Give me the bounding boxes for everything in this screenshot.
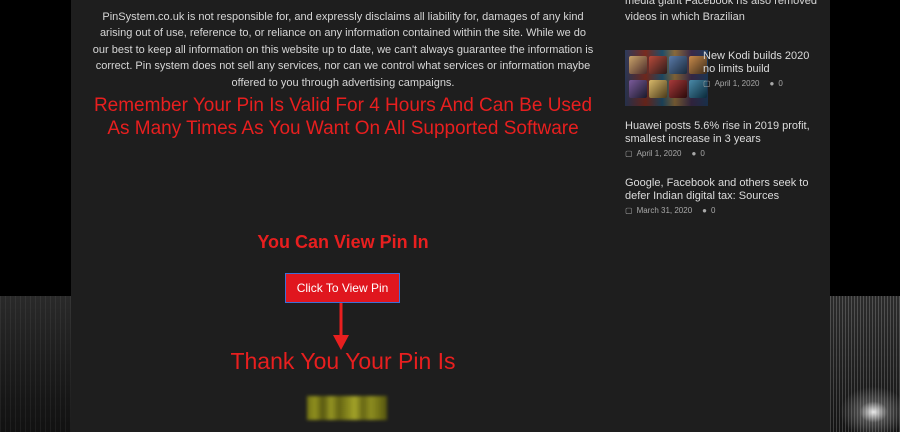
thumbnail-tile — [649, 80, 667, 98]
post-meta: ▢ March 31, 2020 ● 0 — [625, 206, 825, 215]
view-pin-button[interactable]: Click To View Pin — [285, 273, 400, 303]
calendar-icon: ▢ — [625, 206, 633, 215]
comment-count[interactable]: 0 — [778, 79, 782, 88]
sidebar-post-excerpt[interactable]: media giant Facebook hs also removed vid… — [625, 0, 825, 25]
decorative-background-image — [830, 296, 900, 432]
calendar-icon: ▢ — [625, 149, 633, 158]
post-thumbnail[interactable] — [625, 50, 708, 106]
sidebar-post: New Kodi builds 2020 no limits build ▢ A… — [703, 50, 823, 88]
comment-icon: ● — [691, 149, 697, 158]
calendar-icon: ▢ — [703, 79, 711, 88]
thumbnail-tile — [669, 56, 687, 74]
pin-code-blurred — [307, 396, 387, 420]
thumbnail-tile — [649, 56, 667, 74]
main-column: PinSystem.co.uk is not responsible for, … — [71, 0, 615, 432]
sidebar-post: Google, Facebook and others seek to defe… — [625, 177, 825, 215]
sidebar-post: Huawei posts 5.6% rise in 2019 profit, s… — [625, 120, 825, 158]
thumbnail-tile — [629, 80, 647, 98]
view-pin-heading: You Can View Pin In — [257, 232, 429, 252]
thumbnail-tile — [629, 56, 647, 74]
post-meta: ▢ April 1, 2020 ● 0 — [703, 79, 823, 88]
comment-count[interactable]: 0 — [700, 149, 704, 158]
sidebar-post-title[interactable]: Huawei posts 5.6% rise in 2019 profit, s… — [625, 120, 825, 146]
arrow-down-icon — [333, 303, 349, 350]
sidebar: media giant Facebook hs also removed vid… — [615, 0, 830, 432]
disclaimer-text: PinSystem.co.uk is not responsible for, … — [92, 11, 594, 89]
thank-you-pin-heading: Thank You Your Pin Is — [230, 348, 456, 374]
sidebar-post-title[interactable]: Google, Facebook and others seek to defe… — [625, 177, 825, 203]
sidebar-post-title[interactable]: New Kodi builds 2020 no limits build — [703, 50, 823, 76]
comment-icon: ● — [702, 206, 707, 215]
light-flash-decoration — [834, 382, 900, 432]
pin-validity-notice: Remember Your Pin Is Valid For 4 Hours A… — [93, 95, 593, 139]
comment-icon: ● — [769, 79, 775, 88]
post-date[interactable]: April 1, 2020 — [715, 79, 760, 88]
content-panel: PinSystem.co.uk is not responsible for, … — [71, 0, 830, 432]
thumbnail-tile — [669, 80, 687, 98]
post-meta: ▢ April 1, 2020 ● 0 — [625, 149, 825, 158]
post-date[interactable]: March 31, 2020 — [637, 206, 693, 215]
post-date[interactable]: April 1, 2020 — [637, 149, 682, 158]
comment-count[interactable]: 0 — [711, 206, 715, 215]
